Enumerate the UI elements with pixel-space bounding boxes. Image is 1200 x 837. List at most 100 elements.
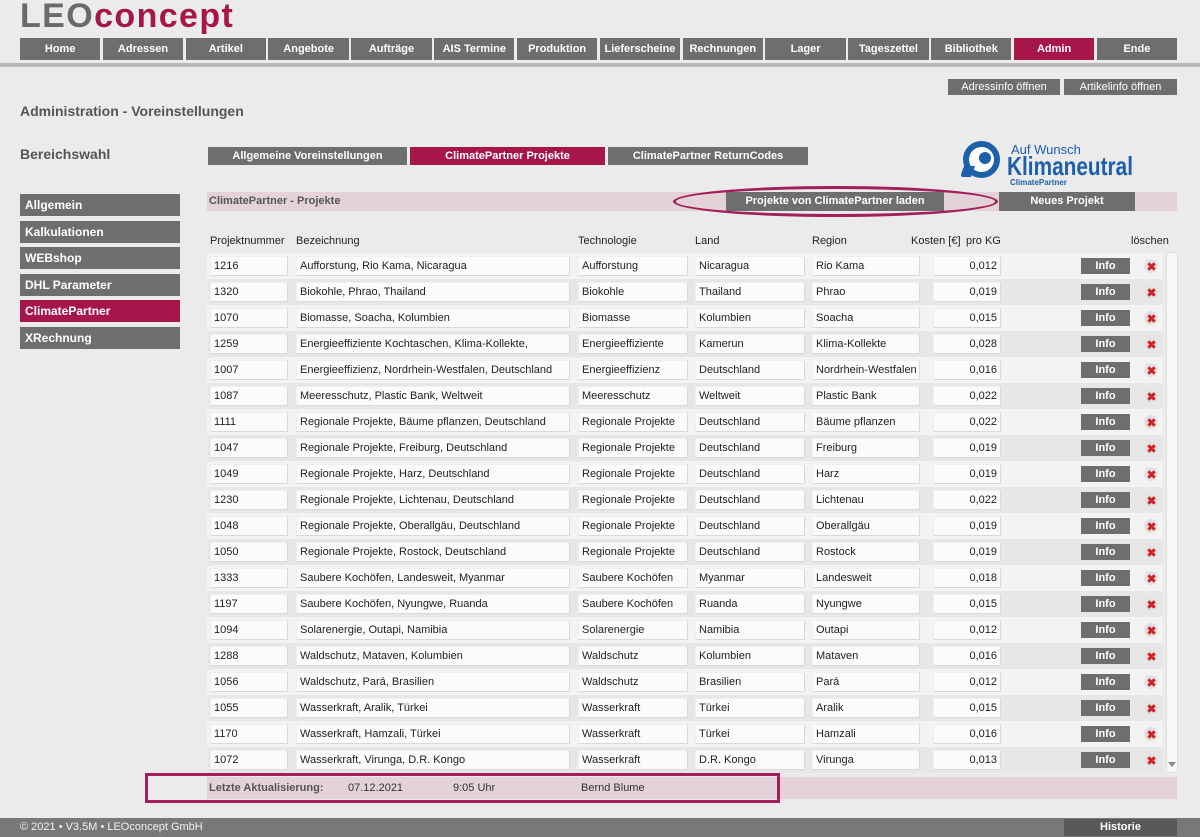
kosten-field[interactable]: 0,016 <box>933 724 1001 744</box>
projektnummer-field[interactable]: 1070 <box>210 308 288 328</box>
projektnummer-field[interactable]: 1087 <box>210 386 288 406</box>
info-button[interactable]: Info <box>1081 258 1130 274</box>
bezeichnung-field[interactable]: Waldschutz, Mataven, Kolumbien <box>296 646 570 666</box>
projektnummer-field[interactable]: 1007 <box>210 360 288 380</box>
land-field[interactable]: Weltweit <box>695 386 805 406</box>
adressinfo-button[interactable]: Adressinfo öffnen <box>948 79 1060 95</box>
delete-icon[interactable] <box>1144 545 1158 559</box>
history-button[interactable]: Historie <box>1064 819 1177 836</box>
kosten-field[interactable]: 0,019 <box>933 516 1001 536</box>
bezeichnung-field[interactable]: Wasserkraft, Aralik, Türkei <box>296 698 570 718</box>
projektnummer-field[interactable]: 1288 <box>210 646 288 666</box>
bezeichnung-field[interactable]: Aufforstung, Rio Kama, Nicaragua <box>296 256 570 276</box>
region-field[interactable]: Rio Kama <box>812 256 920 276</box>
delete-icon[interactable] <box>1144 753 1158 767</box>
info-button[interactable]: Info <box>1081 570 1130 586</box>
kosten-field[interactable]: 0,015 <box>933 698 1001 718</box>
technologie-field[interactable]: Biokohle <box>578 282 688 302</box>
technologie-field[interactable]: Biomasse <box>578 308 688 328</box>
tab-climatepartner-projekte[interactable]: ClimatePartner Projekte <box>410 147 605 165</box>
region-field[interactable]: Rostock <box>812 542 920 562</box>
info-button[interactable]: Info <box>1081 466 1130 482</box>
technologie-field[interactable]: Regionale Projekte <box>578 438 688 458</box>
bezeichnung-field[interactable]: Saubere Kochöfen, Nyungwe, Ruanda <box>296 594 570 614</box>
region-field[interactable]: Lichtenau <box>812 490 920 510</box>
delete-icon[interactable] <box>1144 571 1158 585</box>
land-field[interactable]: Nicaragua <box>695 256 805 276</box>
technologie-field[interactable]: Wasserkraft <box>578 698 688 718</box>
load-projects-button[interactable]: Projekte von ClimatePartner laden <box>726 192 944 211</box>
land-field[interactable]: Deutschland <box>695 438 805 458</box>
info-button[interactable]: Info <box>1081 284 1130 300</box>
nav-button-ende[interactable]: Ende <box>1096 38 1178 60</box>
tab-climatepartner-returncodes[interactable]: ClimatePartner ReturnCodes <box>608 147 808 165</box>
region-field[interactable]: Aralik <box>812 698 920 718</box>
delete-icon[interactable] <box>1144 311 1158 325</box>
sidebar-item-climatepartner[interactable]: ClimatePartner <box>20 300 180 323</box>
sidebar-item-xrechnung[interactable]: XRechnung <box>20 326 180 349</box>
projektnummer-field[interactable]: 1047 <box>210 438 288 458</box>
kosten-field[interactable]: 0,019 <box>933 464 1001 484</box>
delete-icon[interactable] <box>1144 441 1158 455</box>
table-scrollbar[interactable] <box>1166 252 1178 773</box>
bezeichnung-field[interactable]: Regionale Projekte, Lichtenau, Deutschla… <box>296 490 570 510</box>
kosten-field[interactable]: 0,022 <box>933 412 1001 432</box>
info-button[interactable]: Info <box>1081 752 1130 768</box>
region-field[interactable]: Freiburg <box>812 438 920 458</box>
bezeichnung-field[interactable]: Biokohle, Phrao, Thailand <box>296 282 570 302</box>
nav-button-lieferscheine[interactable]: Lieferscheine <box>599 38 681 60</box>
delete-icon[interactable] <box>1144 337 1158 351</box>
kosten-field[interactable]: 0,012 <box>933 672 1001 692</box>
info-button[interactable]: Info <box>1081 622 1130 638</box>
technologie-field[interactable]: Regionale Projekte <box>578 412 688 432</box>
land-field[interactable]: Deutschland <box>695 464 805 484</box>
region-field[interactable]: Nordrhein-Westfalen <box>812 360 920 380</box>
delete-icon[interactable] <box>1144 649 1158 663</box>
technologie-field[interactable]: Regionale Projekte <box>578 490 688 510</box>
technologie-field[interactable]: Regionale Projekte <box>578 516 688 536</box>
projektnummer-field[interactable]: 1055 <box>210 698 288 718</box>
nav-button-auftraege[interactable]: Aufträge <box>351 38 432 60</box>
projektnummer-field[interactable]: 1259 <box>210 334 288 354</box>
kosten-field[interactable]: 0,019 <box>933 542 1001 562</box>
kosten-field[interactable]: 0,015 <box>933 308 1001 328</box>
projektnummer-field[interactable]: 1111 <box>210 412 288 432</box>
sidebar-item-allgemein[interactable]: Allgemein <box>20 194 180 216</box>
sidebar-item-webshop[interactable]: WEBshop <box>20 247 180 270</box>
kosten-field[interactable]: 0,019 <box>933 282 1001 302</box>
land-field[interactable]: Ruanda <box>695 594 805 614</box>
nav-button-angebote[interactable]: Angebote <box>268 38 349 60</box>
nav-button-adressen[interactable]: Adressen <box>102 38 184 60</box>
projektnummer-field[interactable]: 1170 <box>210 724 288 744</box>
projektnummer-field[interactable]: 1072 <box>210 750 288 770</box>
nav-button-lager[interactable]: Lager <box>765 38 846 60</box>
projektnummer-field[interactable]: 1333 <box>210 568 288 588</box>
info-button[interactable]: Info <box>1081 362 1130 378</box>
nav-button-tageszettel[interactable]: Tageszettel <box>848 38 929 60</box>
bezeichnung-field[interactable]: Wasserkraft, Hamzali, Türkei <box>296 724 570 744</box>
info-button[interactable]: Info <box>1081 414 1130 430</box>
kosten-field[interactable]: 0,013 <box>933 750 1001 770</box>
delete-icon[interactable] <box>1144 519 1158 533</box>
land-field[interactable]: Deutschland <box>695 542 805 562</box>
bezeichnung-field[interactable]: Solarenergie, Outapi, Namibia <box>296 620 570 640</box>
projektnummer-field[interactable]: 1230 <box>210 490 288 510</box>
nav-button-ais-termine[interactable]: AIS Termine <box>434 38 515 60</box>
projektnummer-field[interactable]: 1216 <box>210 256 288 276</box>
delete-icon[interactable] <box>1144 467 1158 481</box>
bezeichnung-field[interactable]: Waldschutz, Pará, Brasilien <box>296 672 570 692</box>
technologie-field[interactable]: Waldschutz <box>578 672 688 692</box>
nav-button-bibliothek[interactable]: Bibliothek <box>931 38 1012 60</box>
technologie-field[interactable]: Waldschutz <box>578 646 688 666</box>
land-field[interactable]: Deutschland <box>695 490 805 510</box>
land-field[interactable]: Deutschland <box>695 360 805 380</box>
delete-icon[interactable] <box>1144 389 1158 403</box>
land-field[interactable]: Kamerun <box>695 334 805 354</box>
land-field[interactable]: Kolumbien <box>695 646 805 666</box>
info-button[interactable]: Info <box>1081 492 1130 508</box>
kosten-field[interactable]: 0,019 <box>933 438 1001 458</box>
kosten-field[interactable]: 0,012 <box>933 620 1001 640</box>
bezeichnung-field[interactable]: Regionale Projekte, Oberallgäu, Deutschl… <box>296 516 570 536</box>
technologie-field[interactable]: Regionale Projekte <box>578 464 688 484</box>
bezeichnung-field[interactable]: Energieeffiziente Kochtaschen, Klima-Kol… <box>296 334 570 354</box>
